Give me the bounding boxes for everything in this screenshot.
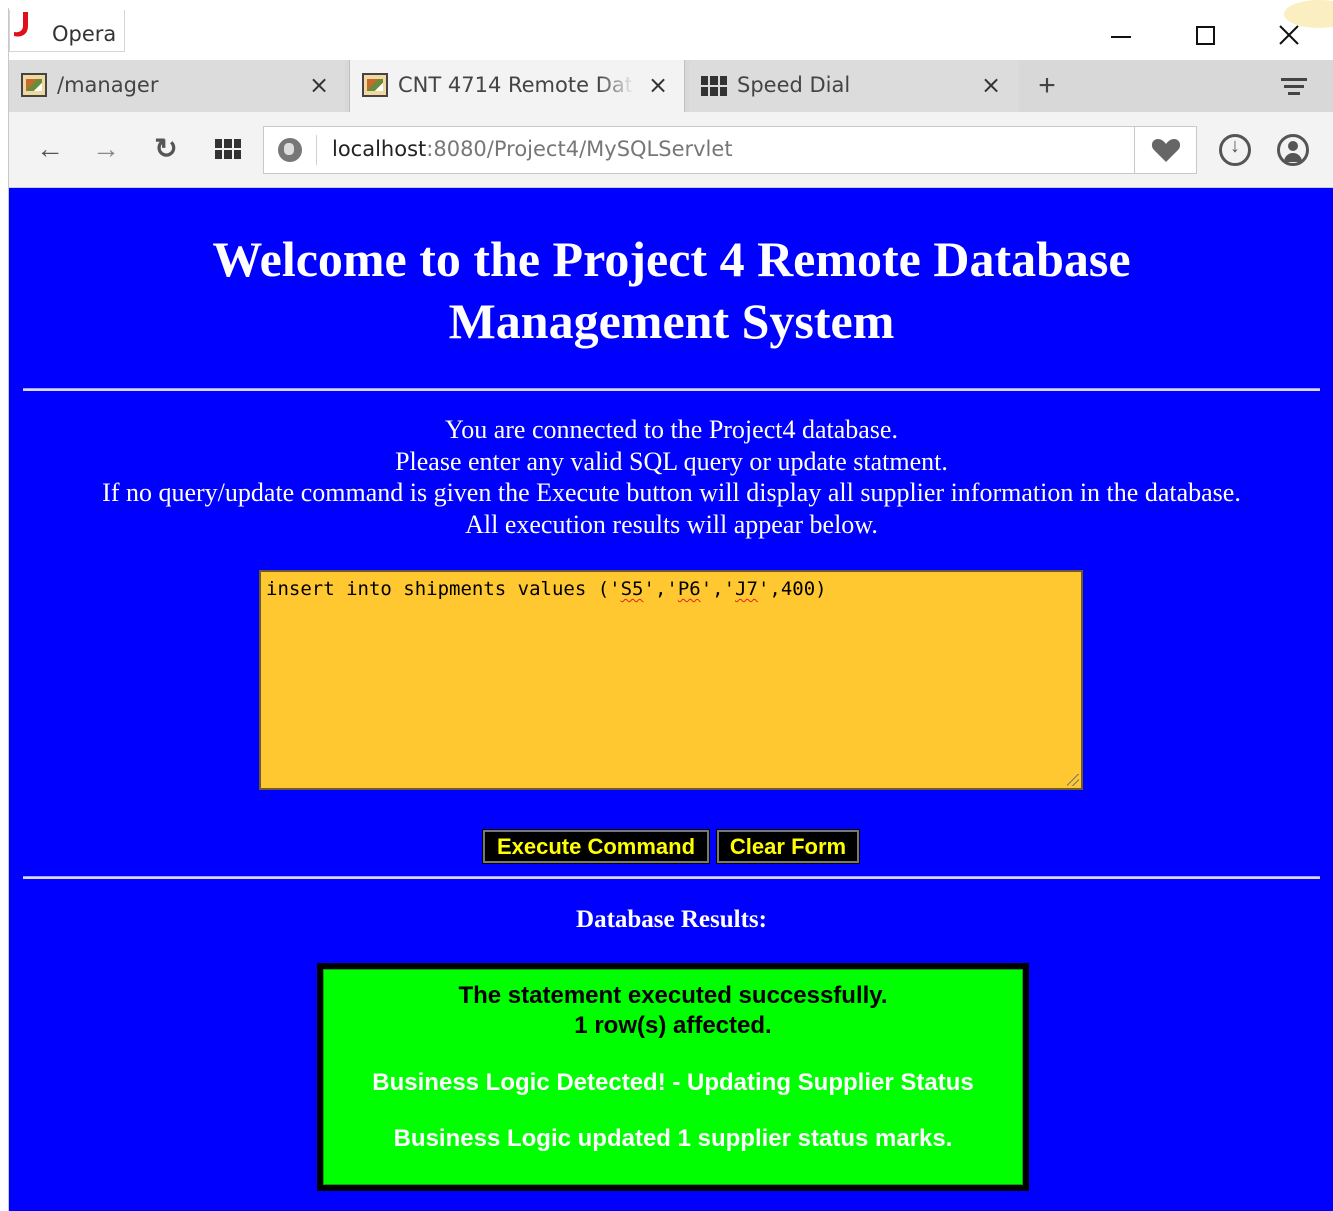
resize-handle-icon[interactable] [1067,774,1079,786]
url-text[interactable]: localhost:8080/Project4/MySQLServlet [332,137,733,161]
url-host: localhost [332,137,427,161]
query-text-part: ',400) [757,578,827,600]
sql-query-textarea[interactable]: insert into shipments values ('S5','P6',… [259,570,1083,790]
tab-label: CNT 4714 Remote Data [398,73,634,97]
intro-line-2: Please enter any valid SQL query or upda… [395,446,948,476]
download-icon[interactable] [1219,134,1251,166]
result-rows-affected: 1 row(s) affected. [574,1012,772,1039]
intro-line-4: All execution results will appear below. [465,509,878,539]
minimize-icon [1111,36,1131,38]
reload-icon[interactable]: ↻ [149,132,183,166]
site-info-globe-icon[interactable] [278,138,302,162]
navigation-toolbar: ← → ↻ localhost:8080/Project4/MySQLServl… [9,112,1333,188]
divider-bottom [23,876,1320,879]
tab-close-icon[interactable]: × [305,70,333,100]
opera-logo-icon [14,12,28,37]
tomcat-favicon-icon [362,73,388,97]
tab-label: Speed Dial [737,73,851,97]
tab-menu-icon[interactable] [1281,78,1307,100]
clear-form-button[interactable]: Clear Form [716,829,860,864]
app-title: Opera [52,22,117,46]
intro-line-1: You are connected to the Project4 databa… [445,415,898,444]
browser-window: Opera /manager × CNT 4714 Remote Data × [8,0,1333,1211]
web-page: Welcome to the Project 4 Remote Database… [9,188,1333,1211]
results-content: The statement executed successfully. 1 r… [323,969,1023,1185]
maximize-icon [1195,25,1215,45]
address-divider [316,135,317,165]
tab-close-icon[interactable]: × [644,70,672,100]
tomcat-favicon-icon [21,73,47,97]
result-business-logic-updated: Business Logic updated 1 supplier status… [393,1125,953,1152]
intro-text: You are connected to the Project4 databa… [9,414,1333,540]
tab-bar: /manager × CNT 4714 Remote Data × Speed … [9,60,1333,112]
close-window-button[interactable] [1269,18,1309,52]
page-title: Welcome to the Project 4 Remote Database… [9,228,1333,352]
query-text-part: J7 [735,578,758,600]
query-text-part: P6 [677,578,701,600]
speed-dial-button[interactable] [211,132,245,166]
page-title-line-2: Management System [448,293,895,349]
result-status: The statement executed successfully. [458,982,888,1009]
speed-dial-grid-icon [701,76,727,96]
divider-top [23,388,1320,391]
new-tab-plus-icon[interactable]: + [1027,68,1067,104]
execute-command-button[interactable]: Execute Command [482,829,710,864]
results-panel: The statement executed successfully. 1 r… [317,963,1029,1191]
opera-menu-button[interactable]: Opera [9,10,125,52]
intro-line-3: If no query/update command is given the … [102,478,1241,507]
results-heading: Database Results: [576,906,767,933]
account-icon[interactable] [1277,134,1309,166]
tab-speed-dial[interactable]: Speed Dial × [689,60,1019,112]
forward-arrow-icon[interactable]: → [89,132,123,166]
page-title-line-1: Welcome to the Project 4 Remote Database [212,231,1131,287]
query-text-part: S5 [620,578,644,600]
tab-manager[interactable]: /manager × [9,60,345,112]
back-arrow-icon[interactable]: ← [33,132,67,166]
bookmark-button[interactable] [1134,127,1196,173]
minimize-button[interactable] [1101,18,1141,52]
tab-label: /manager [57,73,159,97]
close-icon [1279,25,1299,45]
address-bar[interactable]: localhost:8080/Project4/MySQLServlet [263,126,1197,174]
result-business-logic-detected: Business Logic Detected! - Updating Supp… [372,1069,974,1096]
url-path: :8080/Project4/MySQLServlet [426,137,733,161]
query-text-part: ',' [700,578,736,600]
maximize-button[interactable] [1185,18,1225,52]
speed-dial-grid-icon [215,139,241,159]
heart-icon [1151,139,1180,162]
tab-cnt4714[interactable]: CNT 4714 Remote Data × [349,60,685,112]
title-bar: Opera [9,0,1333,60]
query-text-part: insert into shipments values (' [266,578,621,600]
query-text-part: ',' [643,578,678,600]
tab-close-icon[interactable]: × [977,70,1005,100]
